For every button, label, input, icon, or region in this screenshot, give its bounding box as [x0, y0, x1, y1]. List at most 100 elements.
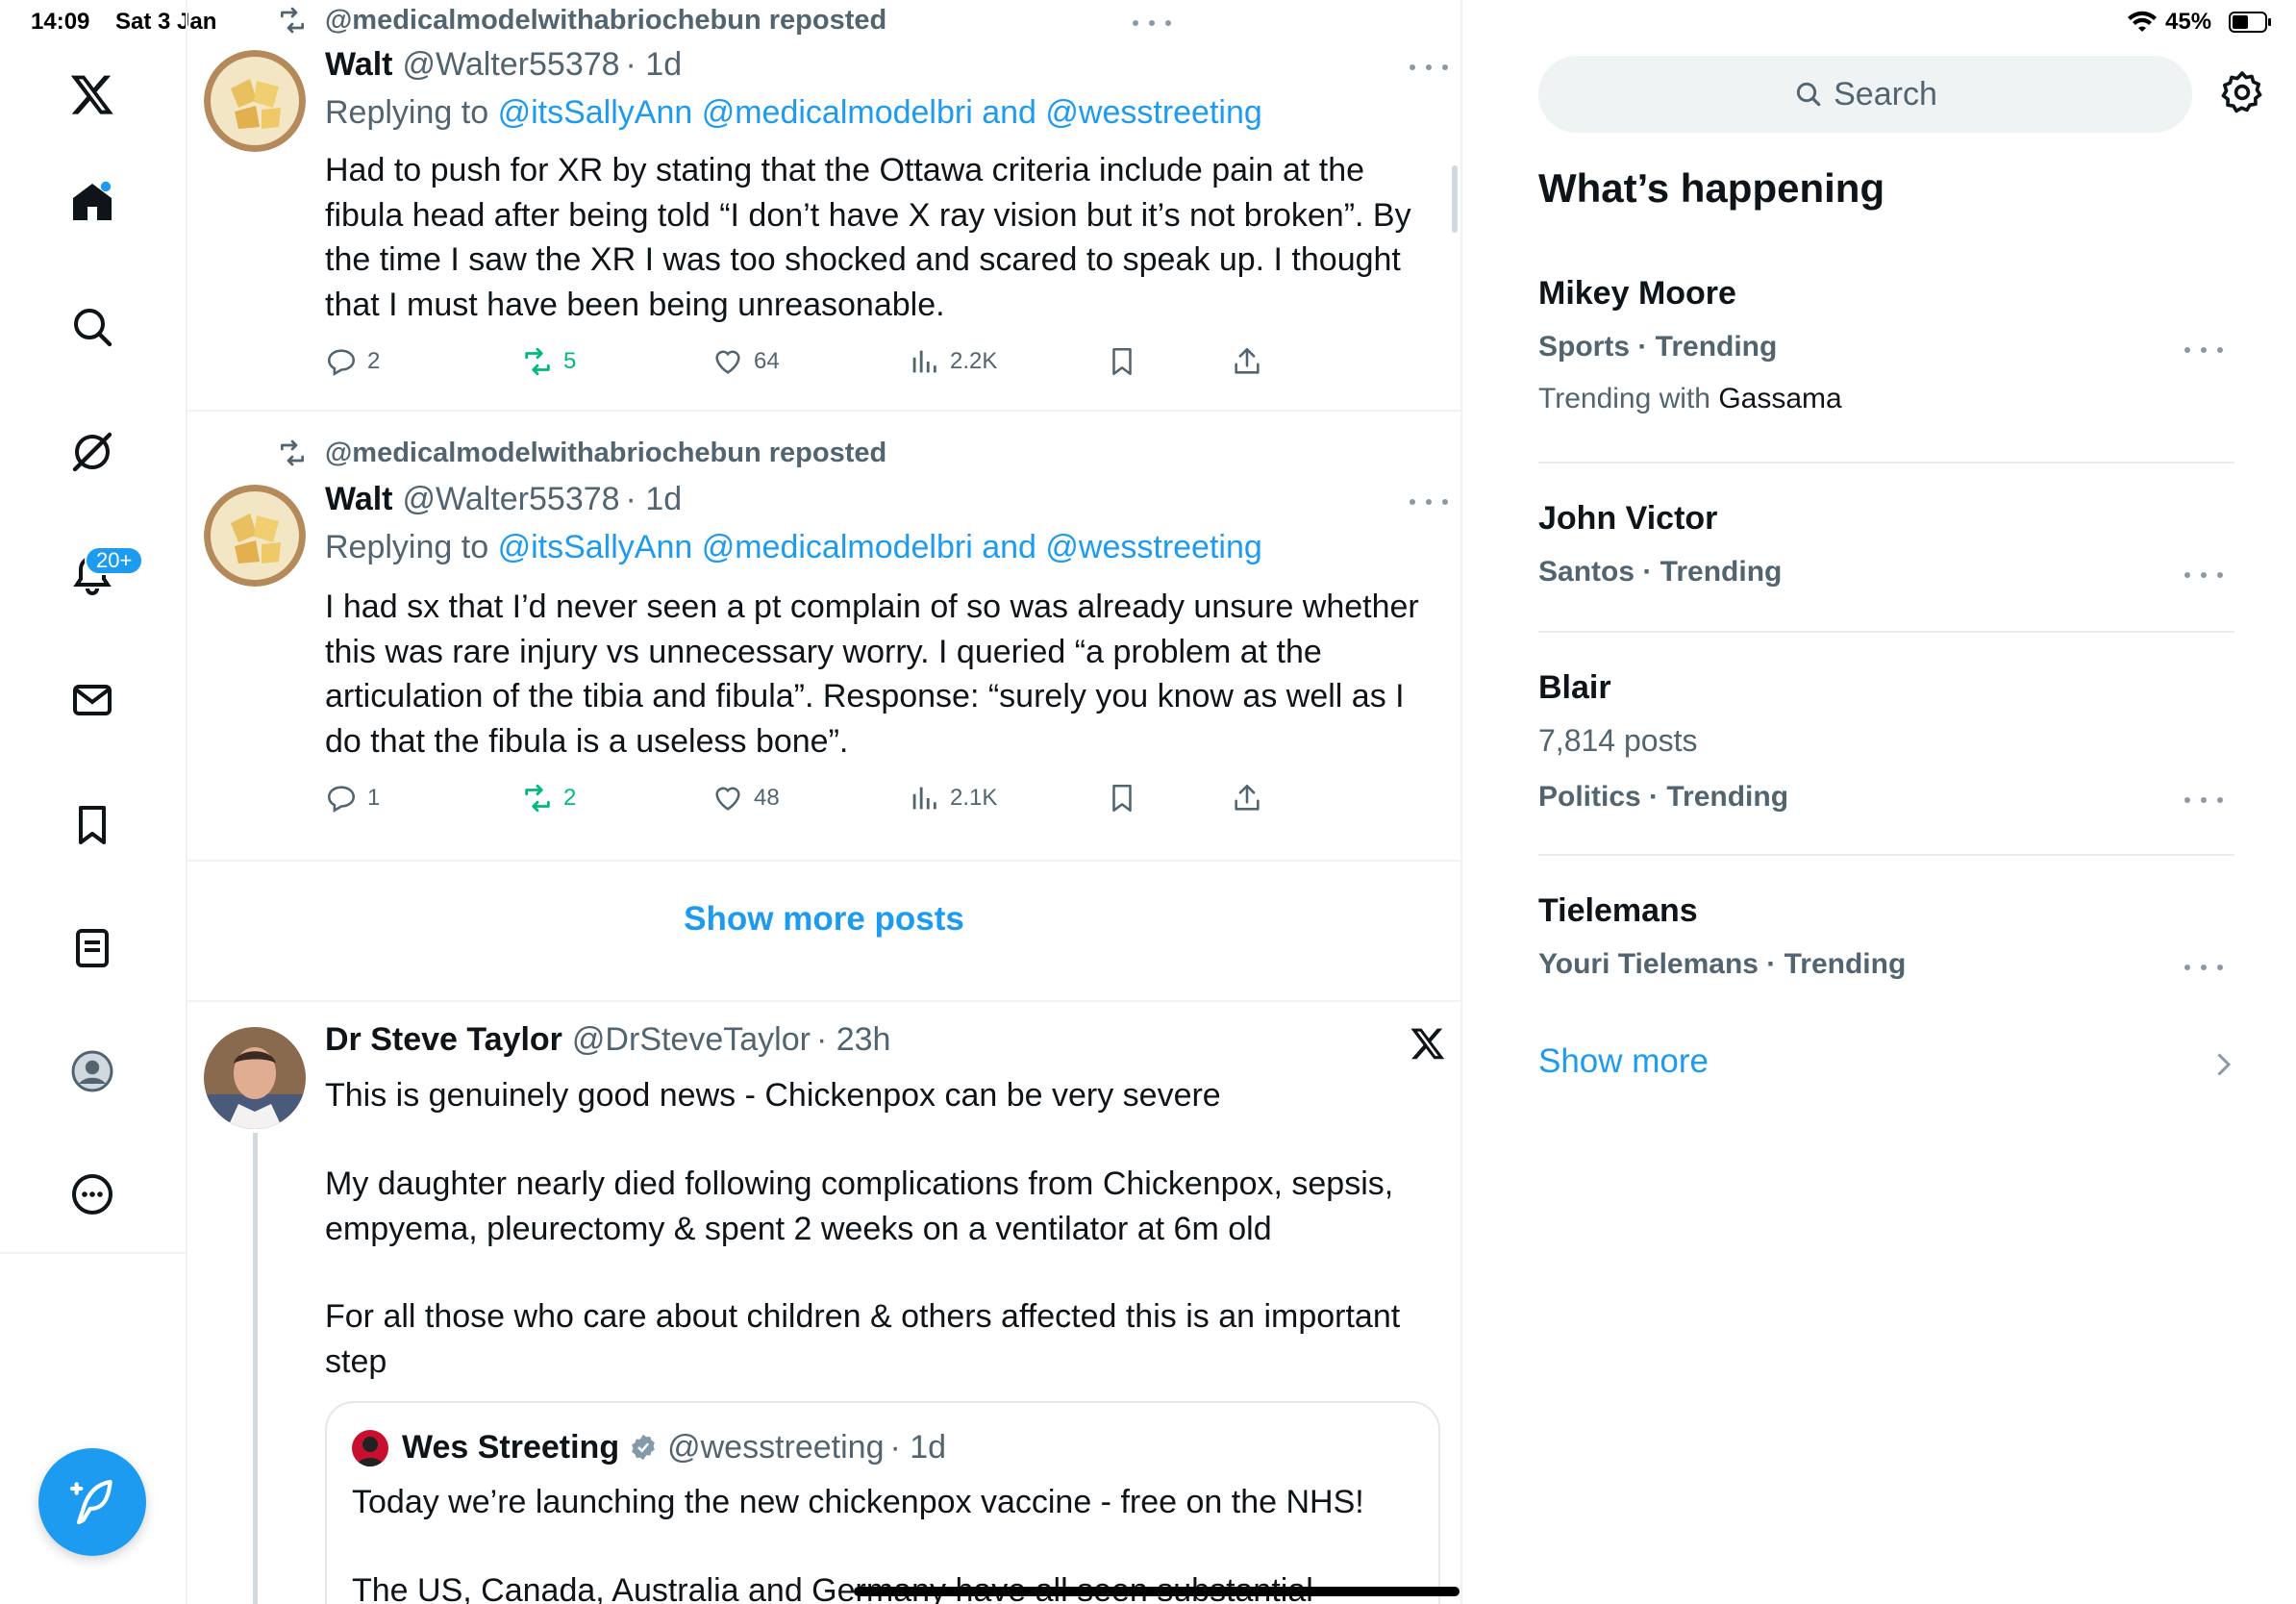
repost-button[interactable]: 5	[521, 342, 576, 381]
views-button[interactable]: 2.1K	[908, 779, 997, 817]
notifications-badge: 20+	[85, 546, 144, 575]
repost-indicator: @medicalmodelwithabriochebun reposted	[277, 4, 886, 37]
like-button[interactable]: 48	[711, 779, 780, 817]
replying-to: Replying to @itsSallyAnn @medicalmodelbr…	[325, 529, 1262, 566]
avatar[interactable]	[204, 50, 306, 152]
bookmarks-icon[interactable]	[44, 777, 140, 873]
replying-to: Replying to @itsSallyAnn @medicalmodelbr…	[325, 94, 1262, 132]
search-icon[interactable]	[44, 279, 140, 375]
avatar[interactable]	[204, 485, 306, 587]
post-2[interactable]: @medicalmodelwithabriochebun reposted Wa…	[187, 412, 1461, 860]
trend-more-icon[interactable]	[2184, 565, 2223, 585]
trend-post-count: 7,814 posts	[1538, 723, 1698, 758]
trend-divider	[1538, 462, 2234, 464]
author-name[interactable]: Dr Steve Taylor	[325, 1021, 562, 1059]
quote-author[interactable]: Wes Streeting	[402, 1429, 619, 1466]
author-handle[interactable]: @Walter55378	[403, 481, 620, 518]
home-icon[interactable]	[44, 154, 140, 250]
messages-icon[interactable]	[44, 652, 140, 748]
bookmark-button[interactable]	[1106, 342, 1148, 381]
show-more-posts-link[interactable]: Show more posts	[187, 900, 1461, 939]
scrollbar[interactable]	[1452, 165, 1458, 233]
more-options-icon[interactable]	[44, 1146, 140, 1242]
x-logo-icon[interactable]	[44, 46, 140, 142]
views-button[interactable]: 2.2K	[908, 342, 997, 381]
quoted-post[interactable]: Wes Streeting @wesstreeting · 1d Today w…	[325, 1401, 1440, 1604]
trend-more-icon[interactable]	[2184, 340, 2223, 360]
post-more-icon[interactable]	[1410, 492, 1448, 512]
top-more-icon[interactable]	[1133, 13, 1171, 33]
author-name[interactable]: Walt	[325, 46, 393, 84]
reply-count: 2	[367, 348, 381, 374]
reply-button[interactable]: 2	[325, 342, 380, 381]
author-handle[interactable]: @Walter55378	[403, 46, 620, 84]
reply-count: 1	[367, 785, 381, 811]
trend-title: Tielemans	[1538, 892, 1698, 929]
home-indicator[interactable]	[854, 1587, 1460, 1596]
share-button[interactable]	[1231, 342, 1273, 381]
trend-item[interactable]: Blair 7,814 posts Politics · Trending	[1538, 669, 2234, 823]
show-more-link[interactable]: Show more	[1538, 1042, 1709, 1081]
share-icon	[1235, 347, 1260, 374]
post-text: Had to push for XR by stating that the O…	[325, 152, 1411, 323]
compose-post-button[interactable]	[38, 1448, 146, 1556]
right-sidebar: Search What’s happening Mikey Moore Spor…	[1461, 0, 2296, 1604]
post-header: Walt @Walter55378 · 1d	[325, 46, 682, 88]
post-time[interactable]: · 23h	[816, 1021, 891, 1059]
post-time[interactable]: · 1d	[626, 46, 683, 84]
replying-prefix: Replying to	[325, 94, 489, 131]
trend-more-icon[interactable]	[2184, 958, 2223, 977]
quote-avatar[interactable]	[352, 1430, 388, 1466]
replying-to-links[interactable]: @itsSallyAnn @medicalmodelbri and @wesst…	[498, 94, 1262, 131]
post-more-icon[interactable]	[1410, 58, 1448, 77]
trend-context: Santos · Trending	[1538, 556, 1783, 588]
trend-sub-name: Gassama	[1718, 383, 1842, 414]
trend-item[interactable]: Tielemans Youri Tielemans · Trending	[1538, 892, 2234, 989]
left-nav: 20+	[0, 0, 186, 1604]
replying-to-links[interactable]: @itsSallyAnn @medicalmodelbri and @wesst…	[498, 529, 1262, 565]
reply-icon	[327, 349, 356, 377]
author-handle[interactable]: @DrSteveTaylor	[572, 1021, 811, 1059]
post-header: Dr Steve Taylor @DrSteveTaylor · 23h	[325, 1021, 890, 1064]
post-text: I had sx that I’d never seen a pt compla…	[325, 589, 1419, 760]
thread-line	[253, 1133, 258, 1604]
quote-time[interactable]: · 1d	[890, 1429, 947, 1466]
trend-more-icon[interactable]	[2184, 790, 2223, 810]
trend-title: John Victor	[1538, 500, 1718, 537]
grok-icon[interactable]	[44, 404, 140, 500]
author-name[interactable]: Walt	[325, 481, 393, 518]
notifications-icon[interactable]	[44, 527, 140, 623]
views-icon	[912, 787, 936, 810]
search-placeholder: Search	[1834, 75, 1937, 113]
lists-icon[interactable]	[44, 900, 140, 996]
repost-icon	[281, 7, 304, 34]
like-count: 64	[754, 348, 780, 374]
settings-gear-icon[interactable]	[2219, 69, 2265, 115]
trend-item[interactable]: John Victor Santos · Trending	[1538, 500, 2234, 596]
trend-item[interactable]: Mikey Moore Sports · Trending Trending w…	[1538, 275, 2234, 419]
quote-handle[interactable]: @wesstreeting	[667, 1429, 884, 1466]
profile-avatar-icon[interactable]	[44, 1023, 140, 1119]
repost-icon	[281, 439, 304, 466]
like-button[interactable]: 64	[711, 342, 780, 381]
repost-by: @medicalmodelwithabriochebun reposted	[325, 437, 887, 468]
repost-count: 2	[563, 785, 577, 811]
x-logo-icon	[1410, 1025, 1446, 1062]
bookmark-button[interactable]	[1106, 779, 1148, 817]
trend-divider	[1538, 631, 2234, 633]
share-icon	[1235, 784, 1260, 811]
trend-sub-prefix: Trending with	[1538, 383, 1710, 414]
avatar[interactable]	[204, 1027, 306, 1129]
share-button[interactable]	[1231, 779, 1273, 817]
repost-button[interactable]: 2	[521, 779, 576, 817]
post-1[interactable]: @medicalmodelwithabriochebun reposted Wa…	[187, 0, 1461, 410]
search-input[interactable]: Search	[1538, 56, 2192, 133]
search-icon	[1796, 82, 1821, 107]
heart-icon	[715, 350, 740, 374]
quote-text-line-1: Today we’re launching the new chickenpox…	[352, 1484, 1364, 1520]
nav-divider	[0, 1252, 186, 1254]
post-text-line-3: For all those who care about children & …	[325, 1298, 1401, 1380]
trend-divider	[1538, 854, 2234, 856]
post-time[interactable]: · 1d	[626, 481, 683, 518]
reply-button[interactable]: 1	[325, 779, 380, 817]
